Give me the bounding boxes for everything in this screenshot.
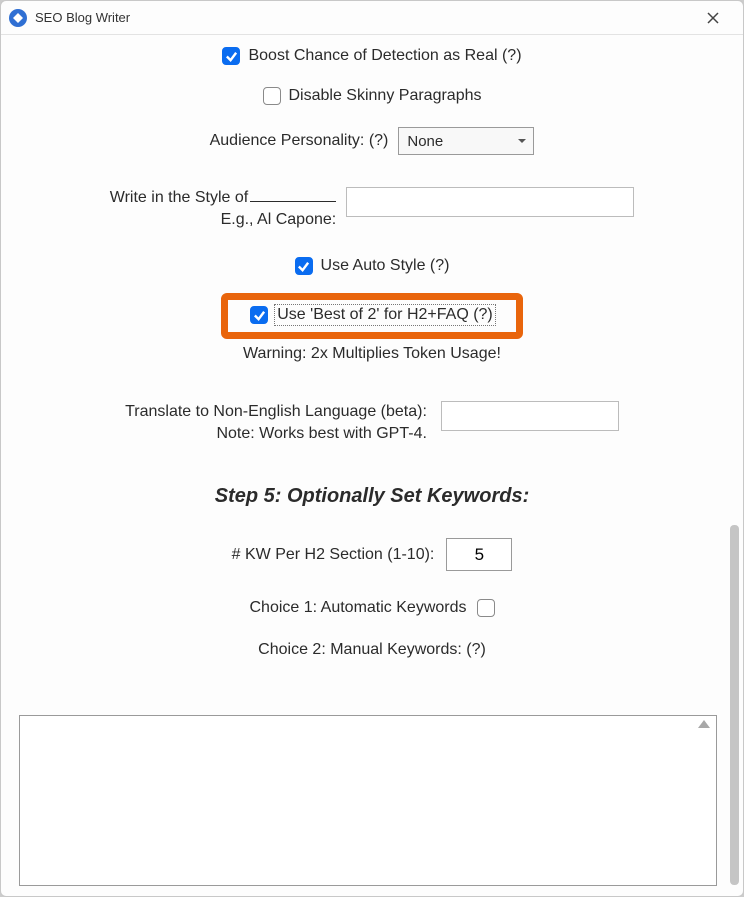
choice2-label: Choice 2: Manual Keywords: (?) xyxy=(258,641,486,659)
best-of-2-highlight: Use 'Best of 2' for H2+FAQ (?) xyxy=(221,293,523,339)
best-of-2-label: Use 'Best of 2' for H2+FAQ (?) xyxy=(276,306,494,324)
write-style-line1: Write in the Style of xyxy=(110,189,248,206)
close-icon xyxy=(707,12,719,24)
content-area: Boost Chance of Detection as Real (?) Di… xyxy=(1,35,743,896)
use-auto-style-checkbox[interactable] xyxy=(295,257,313,275)
app-window: SEO Blog Writer Boost Chance of Detectio… xyxy=(0,0,744,897)
kw-per-h2-input[interactable] xyxy=(446,538,512,571)
step5-heading: Step 5: Optionally Set Keywords: xyxy=(1,485,743,508)
audience-personality-select[interactable]: None xyxy=(398,127,534,155)
best-of-2-warning: Warning: 2x Multiplies Token Usage! xyxy=(243,345,501,363)
manual-keywords-textarea[interactable] xyxy=(19,715,717,886)
scroll-up-arrow-icon[interactable] xyxy=(698,720,710,728)
window-title: SEO Blog Writer xyxy=(35,10,130,25)
best-of-2-warning-row: Warning: 2x Multiplies Token Usage! xyxy=(1,345,743,363)
titlebar: SEO Blog Writer xyxy=(1,1,743,35)
translate-row: Translate to Non-English Language (beta)… xyxy=(1,401,743,445)
disable-skinny-label: Disable Skinny Paragraphs xyxy=(289,87,482,105)
write-style-line2: E.g., Al Capone: xyxy=(110,209,336,231)
audience-personality-value: None xyxy=(407,133,443,150)
choice1-checkbox[interactable] xyxy=(477,599,495,617)
translate-line1: Translate to Non-English Language (beta)… xyxy=(125,401,427,423)
write-style-row: Write in the Style of E.g., Al Capone: xyxy=(1,187,743,231)
kw-per-h2-row: # KW Per H2 Section (1-10): xyxy=(1,538,743,571)
scrollbar-thumb[interactable] xyxy=(730,525,739,885)
chevron-down-icon xyxy=(517,136,527,146)
app-icon xyxy=(9,9,27,27)
write-style-input[interactable] xyxy=(346,187,634,217)
use-auto-style-label: Use Auto Style (?) xyxy=(321,257,450,275)
close-button[interactable] xyxy=(693,4,733,32)
choice1-label: Choice 1: Automatic Keywords xyxy=(250,599,467,617)
choice1-row: Choice 1: Automatic Keywords xyxy=(1,599,743,617)
use-auto-style-row: Use Auto Style (?) xyxy=(1,257,743,275)
audience-personality-label: Audience Personality: (?) xyxy=(210,132,389,150)
boost-detection-checkbox[interactable] xyxy=(222,47,240,65)
translate-line2: Note: Works best with GPT-4. xyxy=(125,423,427,445)
best-of-2-row: Use 'Best of 2' for H2+FAQ (?) xyxy=(1,275,743,339)
best-of-2-checkbox[interactable] xyxy=(250,306,268,324)
disable-skinny-checkbox[interactable] xyxy=(263,87,281,105)
choice2-row: Choice 2: Manual Keywords: (?) xyxy=(1,641,743,659)
translate-input[interactable] xyxy=(441,401,619,431)
translate-labels: Translate to Non-English Language (beta)… xyxy=(125,401,427,445)
audience-personality-row: Audience Personality: (?) None xyxy=(1,127,743,155)
boost-detection-row: Boost Chance of Detection as Real (?) xyxy=(1,47,743,65)
kw-per-h2-label: # KW Per H2 Section (1-10): xyxy=(232,546,435,564)
disable-skinny-row: Disable Skinny Paragraphs xyxy=(1,87,743,105)
boost-detection-label: Boost Chance of Detection as Real (?) xyxy=(248,47,521,65)
write-style-labels: Write in the Style of E.g., Al Capone: xyxy=(110,187,336,231)
